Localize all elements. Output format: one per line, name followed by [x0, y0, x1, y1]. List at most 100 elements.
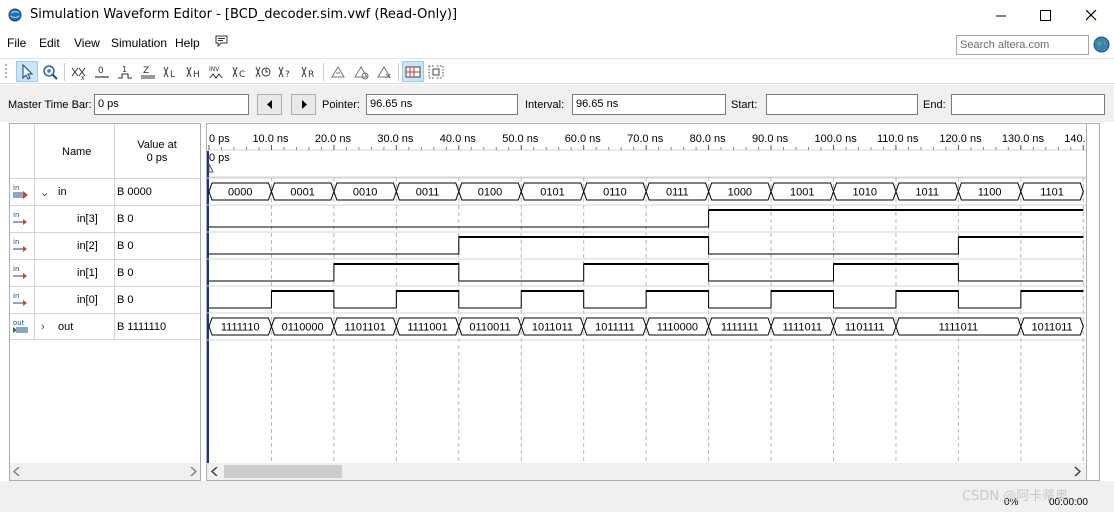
- show-grid-button[interactable]: [402, 61, 424, 82]
- menu-help[interactable]: Help: [175, 36, 200, 50]
- maximize-button[interactable]: [1022, 0, 1068, 31]
- generate-netlist-icon: [377, 65, 391, 78]
- in-bus-value-label: 1000: [728, 187, 752, 199]
- start-field[interactable]: [766, 94, 918, 115]
- bus-output-icon: out: [13, 319, 28, 333]
- menu-edit[interactable]: Edit: [39, 36, 60, 50]
- in-bus-value-label: 0001: [290, 187, 314, 199]
- forcing-high-icon: 1: [118, 65, 132, 79]
- in-bus-value-label: 0111: [666, 187, 689, 199]
- svg-text:?: ?: [285, 70, 290, 80]
- value-column-header[interactable]: Value at 0 ps: [122, 139, 192, 165]
- weak-high-button[interactable]: H: [183, 61, 205, 82]
- in0-waveform: [209, 290, 1084, 309]
- menu-view[interactable]: View: [74, 36, 100, 50]
- signal-list-hscrollbar[interactable]: [10, 463, 200, 480]
- signal-row-out[interactable]: out › out B 1111110: [10, 313, 200, 340]
- input-pin-icon: in: [13, 265, 27, 279]
- in-bus-value-label: 0010: [353, 187, 377, 199]
- selection-tool-button[interactable]: [16, 61, 38, 82]
- signal-row-in1[interactable]: in in[1] B 0: [10, 259, 200, 286]
- signal-row-in0[interactable]: in in[0] B 0: [10, 286, 200, 313]
- time-tick-label: 70.0 ns: [627, 133, 664, 145]
- invert-button[interactable]: INV: [206, 61, 228, 82]
- master-time-bar-field[interactable]: 0 ps: [94, 94, 249, 115]
- generate-netlist-button[interactable]: [373, 61, 395, 82]
- expand-chevron-icon[interactable]: ›: [41, 321, 45, 333]
- svg-text:out: out: [13, 319, 25, 327]
- bus-input-icon: in: [13, 184, 28, 199]
- in-bus-value-label: 0100: [478, 187, 502, 199]
- collapse-chevron-icon[interactable]: ⌄: [40, 186, 49, 199]
- globe-icon[interactable]: [1093, 36, 1110, 53]
- end-label: End:: [923, 99, 946, 111]
- waveform-canvas[interactable]: 0 ps 10.0 ns 20.0 ns 30.0 ns 40.0 ns 50.0 ns 6…: [207, 124, 1086, 463]
- scroll-right-icon[interactable]: [1073, 467, 1081, 476]
- signal-name: in: [58, 186, 67, 198]
- high-impedance-button[interactable]: Z: [137, 61, 159, 82]
- feedback-icon[interactable]: [214, 34, 230, 49]
- forcing-low-button[interactable]: 0: [91, 61, 113, 82]
- time-tick-label: 20.0 ns: [315, 133, 352, 145]
- clock-button[interactable]: [252, 61, 274, 82]
- in-bus-value-label: 1010: [852, 187, 876, 199]
- in-bus-value-label: 0000: [228, 187, 252, 199]
- search-input[interactable]: Search altera.com: [956, 35, 1089, 55]
- weak-low-button[interactable]: L: [160, 61, 182, 82]
- scrollbar-thumb[interactable]: [224, 465, 342, 478]
- master-time-marker-icon[interactable]: [208, 163, 214, 173]
- end-field[interactable]: [951, 94, 1105, 115]
- close-button[interactable]: [1068, 0, 1114, 31]
- in-bus-value-label: 1011: [915, 187, 939, 199]
- arbitrary-value-icon: ?: [278, 66, 290, 80]
- waveform-vscrollbar[interactable]: [1087, 123, 1100, 481]
- scroll-left-icon[interactable]: [13, 467, 21, 476]
- menu-bar: File Edit View Simulation Help: [0, 31, 1114, 57]
- minimize-button[interactable]: [978, 0, 1024, 31]
- menu-file[interactable]: File: [7, 36, 26, 50]
- previous-transition-button[interactable]: [257, 94, 282, 115]
- count-value-button[interactable]: C: [229, 61, 251, 82]
- forcing-unknown-button[interactable]: X: [68, 61, 90, 82]
- signal-row-in3[interactable]: in in[3] B 0: [10, 205, 200, 232]
- out-bus-value-label: 1101111: [845, 322, 885, 334]
- waveform-hscrollbar[interactable]: [207, 463, 1086, 480]
- signal-value: B 0: [117, 240, 134, 252]
- menu-simulation[interactable]: Simulation: [111, 36, 167, 50]
- zoom-tool-button[interactable]: [39, 61, 61, 82]
- pointer-field[interactable]: 96.65 ns: [366, 94, 518, 115]
- master-time-bar-row: Master Time Bar: 0 ps Pointer: 96.65 ns …: [0, 85, 1114, 122]
- toolbar-separator: [398, 63, 399, 81]
- close-icon: [1085, 10, 1096, 21]
- svg-text:1: 1: [122, 65, 127, 74]
- waveform-panel[interactable]: 0 ps 10.0 ns 20.0 ns 30.0 ns 40.0 ns 50.0 ns 6…: [206, 123, 1087, 481]
- input-pin-icon: in: [13, 292, 27, 306]
- master-time-bar-label: Master Time Bar:: [8, 99, 92, 111]
- toolbar-separator: [323, 63, 324, 81]
- minimize-icon: [995, 15, 1006, 17]
- time-tick-label: 10.0 ns: [252, 133, 289, 145]
- next-transition-button[interactable]: [291, 94, 316, 115]
- time-tick-label: 130.0 ns: [1002, 133, 1045, 145]
- signal-row-in[interactable]: in ⌄ in B 0000: [10, 178, 200, 205]
- signal-list-panel: Name Value at 0 ps in ⌄ in B 0000 in in[…: [9, 123, 201, 481]
- random-value-button[interactable]: R: [298, 61, 320, 82]
- scroll-right-icon[interactable]: [189, 467, 197, 476]
- signal-value: B 1111110: [117, 321, 167, 333]
- master-time-marker-label: 0 ps: [209, 152, 230, 164]
- signal-value: B 0: [117, 213, 134, 225]
- svg-text:X: X: [81, 76, 85, 81]
- clock-icon: [255, 66, 271, 77]
- time-tick-label: 140.0: [1064, 133, 1086, 145]
- interval-field[interactable]: 96.65 ns: [572, 94, 726, 115]
- run-functional-button[interactable]: [327, 61, 349, 82]
- arbitrary-value-button[interactable]: ?: [275, 61, 297, 82]
- forcing-high-button[interactable]: 1: [114, 61, 136, 82]
- name-column-header[interactable]: Name: [62, 146, 91, 158]
- scroll-left-icon[interactable]: [211, 467, 219, 476]
- run-timing-button[interactable]: [350, 61, 372, 82]
- signal-row-in2[interactable]: in in[2] B 0: [10, 232, 200, 259]
- quartus-globe-icon: [8, 8, 22, 22]
- snap-grid-button[interactable]: [425, 61, 447, 82]
- forcing-unknown-icon: X: [71, 67, 86, 81]
